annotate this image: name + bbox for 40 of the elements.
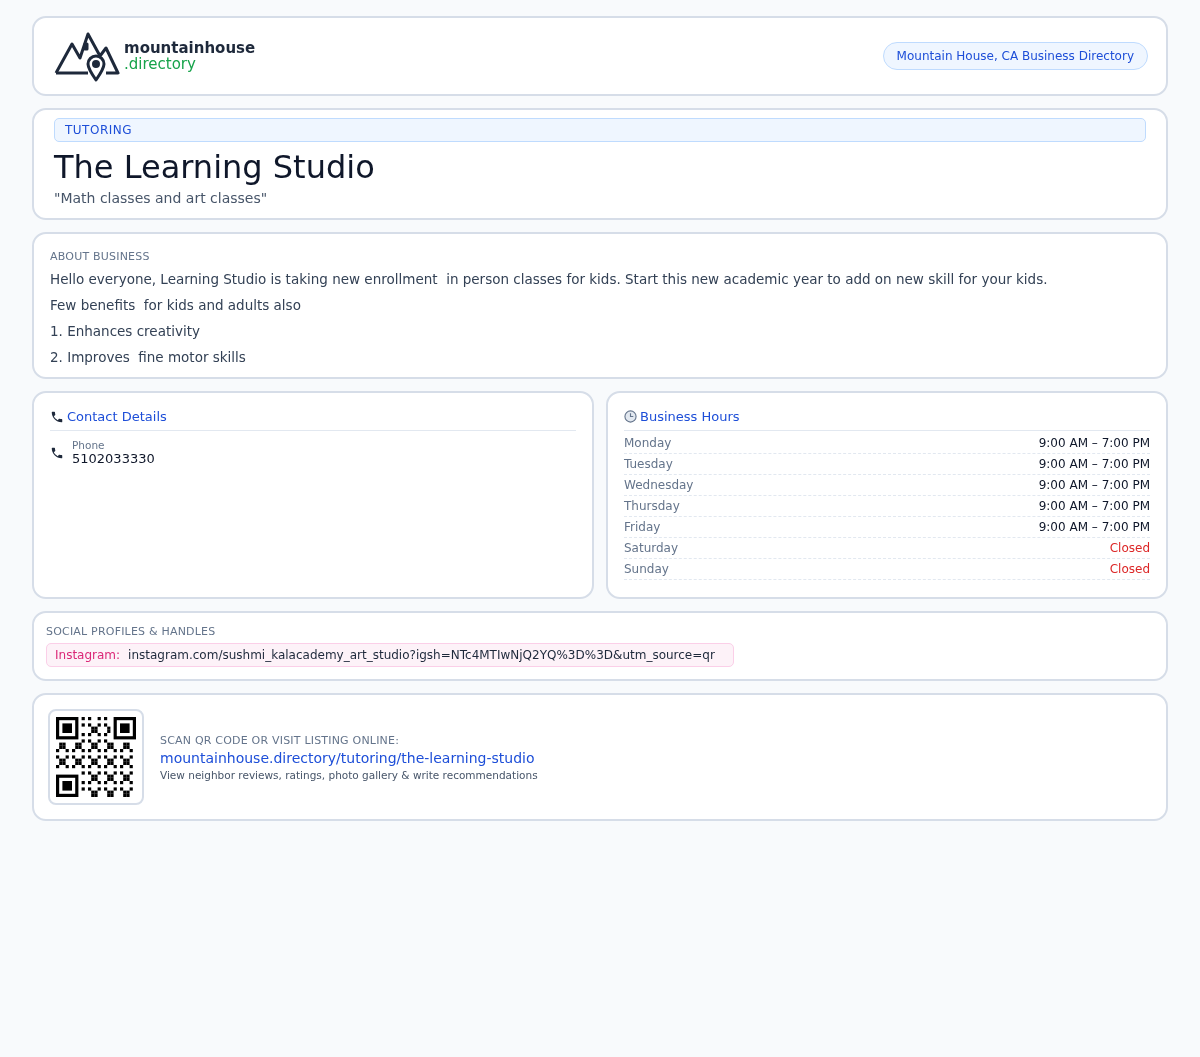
about-paragraph: Few benefits for kids and adults also xyxy=(50,296,302,315)
category-tag: TUTORING xyxy=(54,118,1146,142)
section-label: SOCIAL PROFILES & HANDLES xyxy=(46,625,217,638)
mountain-pin-logo-icon xyxy=(54,30,120,82)
section-label: SCAN QR CODE OR VISIT LISTING ONLINE: xyxy=(160,733,401,747)
section-heading: Contact Details xyxy=(67,409,167,424)
weekday: Thursday xyxy=(624,498,680,514)
about-paragraph: 1. Enhances creativity xyxy=(50,322,202,341)
about-paragraph: Hello everyone, Learning Studio is taking new enrollment in person classes for kids. Start this new academic year to add on new skill for your kids. xyxy=(50,270,1049,289)
opening-hours: 9:00 AM – 7:00 PM xyxy=(1038,498,1150,514)
business-tagline: "Math classes and art classes" xyxy=(54,190,269,206)
network-label: Instagram: xyxy=(55,648,121,662)
logo-domain: .directory xyxy=(124,55,197,73)
weekday: Tuesday xyxy=(624,456,673,472)
section-heading: Business Hours xyxy=(640,409,740,424)
weekday: Saturday xyxy=(624,540,679,556)
weekday: Monday xyxy=(624,435,672,451)
weekday: Sunday xyxy=(624,561,669,577)
contact-label: Phone xyxy=(72,439,106,451)
opening-hours: 9:00 AM – 7:00 PM xyxy=(1038,477,1150,493)
weekday: Friday xyxy=(624,519,661,535)
location-badge: Mountain House, CA Business Directory xyxy=(882,42,1148,70)
logo-name: mountainhouse xyxy=(124,39,256,56)
phone-icon xyxy=(50,445,64,460)
closed-status: Closed xyxy=(1109,540,1150,556)
closed-status: Closed xyxy=(1109,561,1150,577)
opening-hours: 9:00 AM – 7:00 PM xyxy=(1038,435,1150,451)
listing-link[interactable]: mountainhouse.directory/tutoring/the-learning-studio xyxy=(160,749,538,766)
clock-icon xyxy=(624,410,637,423)
phone-icon xyxy=(50,409,64,424)
section-label: ABOUT BUSINESS xyxy=(50,250,151,263)
about-paragraph: 2. Improves fine motor skills xyxy=(50,348,247,367)
profile-url: instagram.com/sushmi_kalacademy_art_studio?igsh=NTc4MTIwNjQ2YQ%3D%3D&utm_source=qr xyxy=(128,648,715,662)
business-title: The Learning Studio xyxy=(54,148,376,186)
listing-note: View neighbor reviews, ratings, photo gallery & write recommendations xyxy=(160,768,538,781)
opening-hours: 9:00 AM – 7:00 PM xyxy=(1038,456,1150,472)
opening-hours: 9:00 AM – 7:00 PM xyxy=(1038,519,1150,535)
weekday: Wednesday xyxy=(624,477,694,493)
social-profile-link[interactable]: Instagram: instagram.com/sushmi_kalacademy_art_studio?igsh=NTc4MTIwNjQ2YQ%3D%3D&utm_source=qr xyxy=(46,643,734,667)
phone-number: 5102033330 xyxy=(72,451,155,466)
